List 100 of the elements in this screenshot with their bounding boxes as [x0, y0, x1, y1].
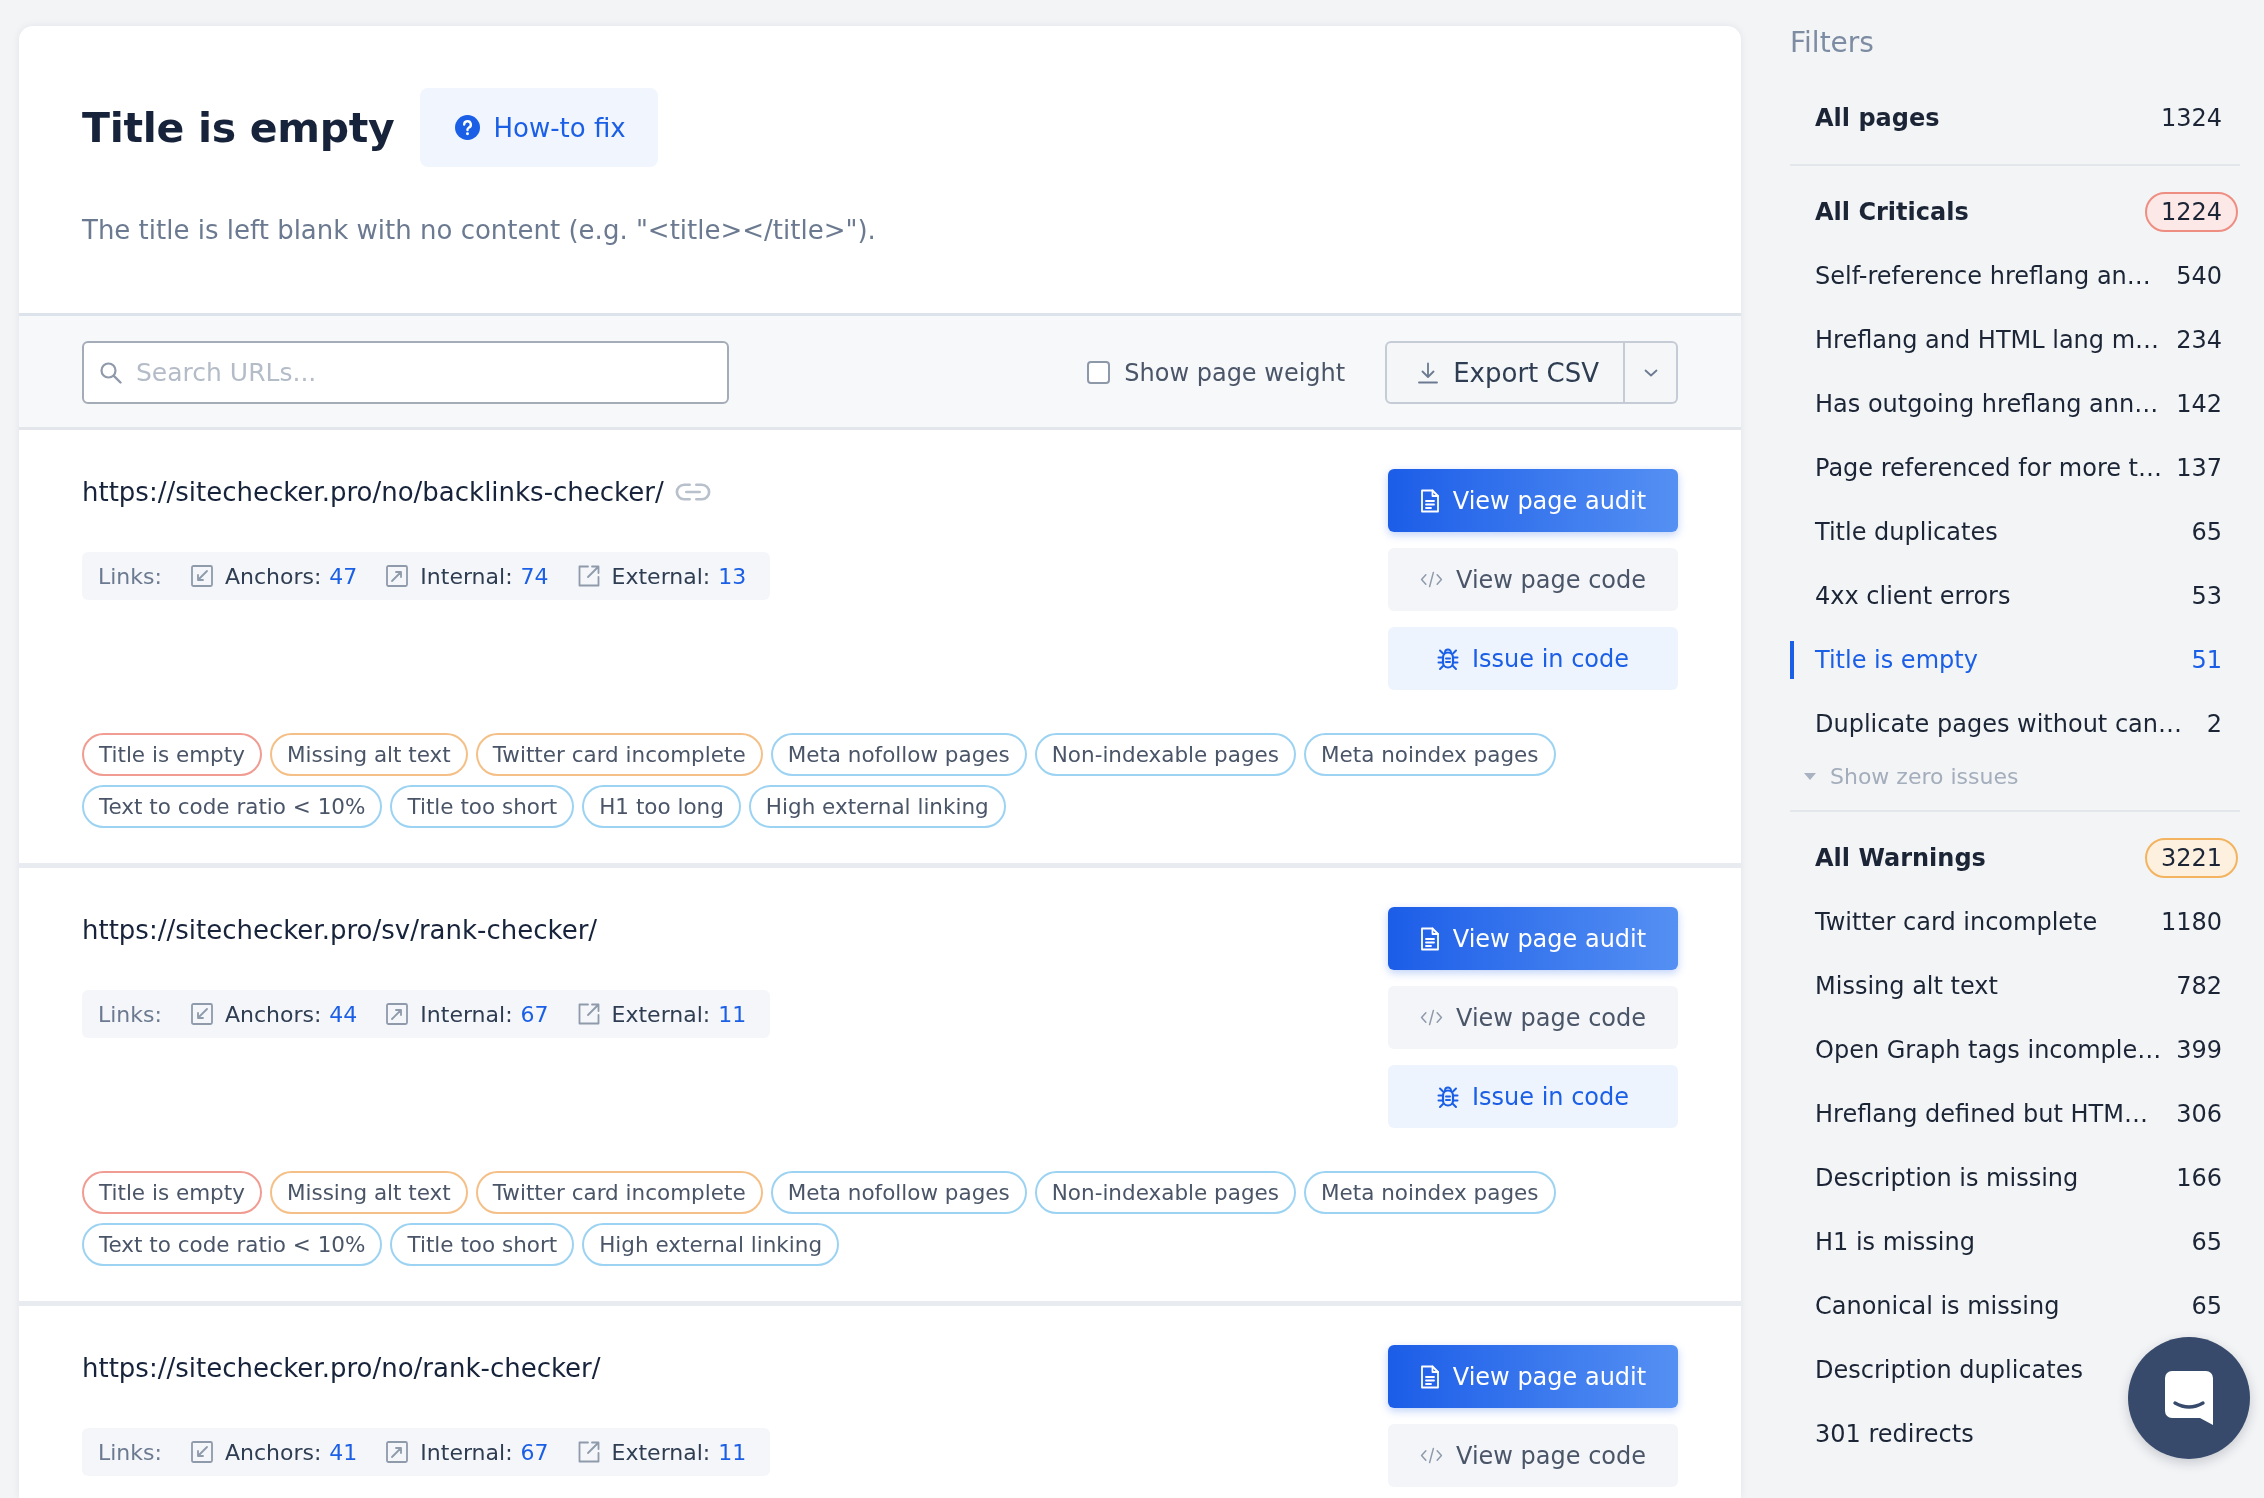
bug-icon	[1436, 646, 1459, 671]
stat-value: 13	[718, 563, 747, 589]
issue-tag: Meta noindex pages	[1303, 1171, 1556, 1214]
issue-tag: Missing alt text	[269, 733, 468, 776]
code-icon	[1420, 571, 1443, 588]
stat-label: Internal:	[420, 1001, 513, 1027]
stat-label: External:	[611, 1439, 711, 1465]
external-link-icon	[577, 1441, 600, 1463]
stat-label: Internal:	[420, 563, 513, 589]
issue-tag: Title too short	[390, 1223, 575, 1266]
issue-count: 782	[2176, 972, 2222, 1000]
issue-tag: Title too short	[390, 785, 575, 828]
filter-item[interactable]: Page referenced for more t… 137	[1790, 436, 2240, 500]
chat-bubble-icon	[2164, 1370, 2214, 1426]
view-page-audit-button[interactable]: View page audit	[1388, 907, 1678, 970]
chevron-down-icon	[1643, 368, 1658, 377]
filter-item[interactable]: Self-reference hreflang an… 540	[1790, 244, 2240, 308]
filter-item[interactable]: All Warnings 3221	[1790, 826, 2240, 890]
issue-tag: Title is empty	[82, 733, 262, 776]
filter-item[interactable]: Description is missing 166	[1790, 1146, 2240, 1210]
issue-tag: Title is empty	[82, 1171, 262, 1214]
issue-count: 51	[2191, 646, 2222, 674]
issue-description: The title is left blank with no content (e.g. "<title></title>").	[82, 214, 877, 247]
filter-item[interactable]: 301 redirects	[1790, 1402, 1992, 1466]
filter-item[interactable]: Duplicate pages without can… 2	[1790, 692, 2240, 756]
checkbox-label[interactable]: Show page weight	[1124, 358, 1346, 387]
filter-item[interactable]: Missing alt text 782	[1790, 954, 2240, 1018]
filter-item[interactable]: Twitter card incomplete 1180	[1790, 890, 2240, 954]
search-input[interactable]: Search URLs...	[136, 352, 711, 393]
issue-tag: H1 too long	[582, 785, 741, 828]
stat-label: Internal:	[420, 1439, 513, 1465]
external-link-icon	[577, 1003, 600, 1025]
issue-tag: Meta noindex pages	[1303, 733, 1556, 776]
view-page-audit-button[interactable]: View page audit	[1388, 469, 1678, 532]
filter-item[interactable]: Description duplicates	[1790, 1338, 2101, 1402]
bug-icon	[1436, 1084, 1459, 1109]
stat-value: 67	[520, 1001, 549, 1027]
filter-item[interactable]: Open Graph tags incomple… 399	[1790, 1018, 2240, 1082]
view-page-code-button[interactable]: View page code	[1388, 986, 1678, 1049]
search-field[interactable]: Search URLs...	[82, 341, 729, 404]
stat-label: Anchors:	[224, 1001, 322, 1027]
issue-tag: Text to code ratio < 10%	[82, 1223, 383, 1266]
issue-tag: Non-indexable pages	[1034, 733, 1296, 776]
filter-item[interactable]: Hreflang and HTML lang m… 234	[1790, 308, 2240, 372]
issue-in-code-button[interactable]: Issue in code	[1388, 1065, 1678, 1128]
chat-button[interactable]	[2128, 1337, 2250, 1459]
search-icon	[100, 361, 122, 384]
issue-count: 540	[2176, 262, 2222, 290]
count-badge: 1224	[2144, 192, 2238, 232]
export-csv-button[interactable]: Export CSV	[1385, 341, 1625, 404]
issue-count: 1180	[2160, 908, 2222, 936]
stat-label: External:	[611, 1001, 711, 1027]
issue-count: 65	[2191, 1228, 2222, 1256]
view-page-code-button[interactable]: View page code	[1388, 548, 1678, 611]
links-label: Links:	[98, 1001, 162, 1027]
stat-label: External:	[611, 563, 711, 589]
how-to-fix-button[interactable]: How-to fix	[419, 88, 658, 167]
stat-value: 11	[718, 1439, 747, 1465]
issue-count: 142	[2176, 390, 2222, 418]
stat-value: 11	[718, 1001, 747, 1027]
issue-tag: Twitter card incomplete	[475, 733, 763, 776]
stat-value: 47	[329, 563, 358, 589]
issue-tag: High external linking	[748, 785, 1006, 828]
filter-item[interactable]: Title duplicates 65	[1790, 500, 2240, 564]
filter-item[interactable]: H1 is missing 65	[1790, 1210, 2240, 1274]
filter-item[interactable]: Canonical is missing 65	[1790, 1274, 2240, 1338]
filter-item[interactable]: All pages 1324	[1790, 86, 2240, 150]
links-label: Links:	[98, 1439, 162, 1465]
stat-value: 74	[520, 563, 549, 589]
page-url: https://sitechecker.pro/no/backlinks-checker/	[82, 476, 664, 509]
stat-value: 67	[520, 1439, 549, 1465]
view-page-audit-button[interactable]: View page audit	[1388, 1345, 1678, 1408]
page-url: https://sitechecker.pro/no/rank-checker/	[82, 1352, 601, 1385]
stat-value: 44	[329, 1001, 358, 1027]
issue-count: 137	[2176, 454, 2222, 482]
view-page-code-button[interactable]: View page code	[1388, 1424, 1678, 1487]
issue-tag: Twitter card incomplete	[475, 1171, 763, 1214]
stat-label: Anchors:	[224, 563, 322, 589]
filter-item[interactable]: All Criticals 1224	[1790, 180, 2240, 244]
export-options-button[interactable]	[1625, 341, 1678, 404]
external-link-icon	[577, 565, 600, 587]
issue-count: 2	[2206, 710, 2222, 738]
download-icon	[1417, 361, 1440, 384]
issue-count: 399	[2176, 1036, 2222, 1064]
issue-count: 65	[2191, 518, 2222, 546]
page-url: https://sitechecker.pro/sv/rank-checker/	[82, 914, 598, 947]
issue-tag: Missing alt text	[269, 1171, 468, 1214]
code-icon	[1420, 1447, 1443, 1464]
issue-count: 166	[2176, 1164, 2222, 1192]
filter-item[interactable]: 4xx client errors 53	[1790, 564, 2240, 628]
links-label: Links:	[98, 563, 162, 589]
filter-item[interactable]: Hreflang defined but HTM… 306	[1790, 1082, 2240, 1146]
stat-label: Anchors:	[224, 1439, 322, 1465]
issue-count: 234	[2176, 326, 2222, 354]
filter-item[interactable]: Title is empty 51	[1790, 628, 2240, 692]
page-weight-checkbox[interactable]	[1087, 361, 1111, 384]
count-badge: 3221	[2144, 838, 2238, 878]
issue-in-code-button[interactable]: Issue in code	[1388, 627, 1678, 690]
page-title: Title is empty	[82, 103, 395, 152]
filter-item[interactable]: Has outgoing hreflang ann… 142	[1790, 372, 2240, 436]
